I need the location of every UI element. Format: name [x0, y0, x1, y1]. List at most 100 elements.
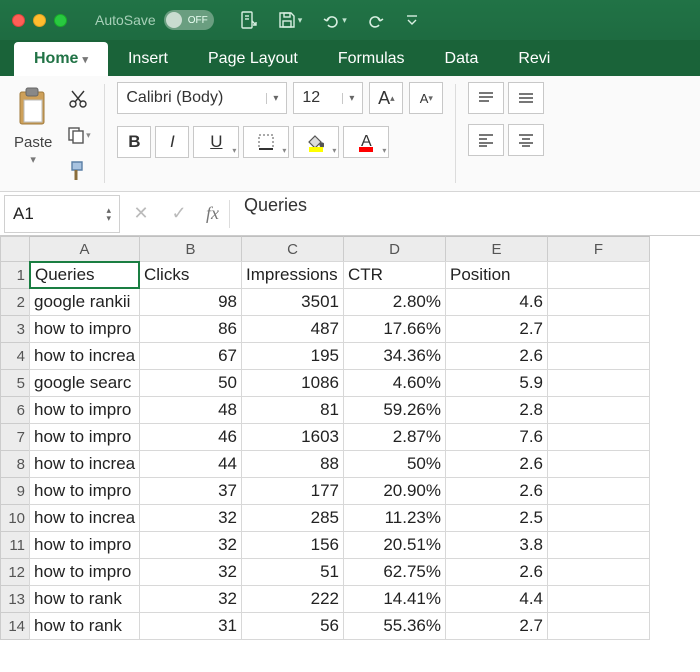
cell-F2[interactable]	[547, 288, 650, 316]
select-all-corner[interactable]	[0, 236, 30, 262]
cell-F5[interactable]	[547, 369, 650, 397]
font-name-combo[interactable]: Calibri (Body) ▾	[117, 82, 287, 114]
tab-review[interactable]: Revi	[498, 42, 570, 76]
cell-D10[interactable]: 11.23%	[343, 504, 446, 532]
row-header[interactable]: 8	[0, 450, 30, 478]
cell-E6[interactable]: 2.8	[445, 396, 548, 424]
cell-F4[interactable]	[547, 342, 650, 370]
cell-F1[interactable]	[547, 261, 650, 289]
cell-B1[interactable]: Clicks	[139, 261, 242, 289]
cell-C13[interactable]: 222	[241, 585, 344, 613]
cell-D8[interactable]: 50%	[343, 450, 446, 478]
cell-E13[interactable]: 4.4	[445, 585, 548, 613]
cell-B13[interactable]: 32	[139, 585, 242, 613]
tab-formulas[interactable]: Formulas	[318, 42, 425, 76]
row-header[interactable]: 13	[0, 585, 30, 613]
cell-B11[interactable]: 32	[139, 531, 242, 559]
cell-F9[interactable]	[547, 477, 650, 505]
cell-B12[interactable]: 32	[139, 558, 242, 586]
font-color-button[interactable]: A ▾	[343, 126, 389, 158]
fullscreen-window-icon[interactable]	[54, 14, 67, 27]
close-window-icon[interactable]	[12, 14, 25, 27]
cell-C10[interactable]: 285	[241, 504, 344, 532]
cell-A12[interactable]: how to impro	[29, 558, 140, 586]
cell-B2[interactable]: 98	[139, 288, 242, 316]
cell-C11[interactable]: 156	[241, 531, 344, 559]
cell-B4[interactable]: 67	[139, 342, 242, 370]
cell-D13[interactable]: 14.41%	[343, 585, 446, 613]
cell-A14[interactable]: how to rank	[29, 612, 140, 640]
cell-A5[interactable]: google searc	[29, 369, 140, 397]
cell-E8[interactable]: 2.6	[445, 450, 548, 478]
shrink-font-button[interactable]: A▾	[409, 82, 443, 114]
cell-F13[interactable]	[547, 585, 650, 613]
cell-C14[interactable]: 56	[241, 612, 344, 640]
align-center-button[interactable]	[508, 124, 544, 156]
cell-F12[interactable]	[547, 558, 650, 586]
cell-B14[interactable]: 31	[139, 612, 242, 640]
cell-D6[interactable]: 59.26%	[343, 396, 446, 424]
cell-C7[interactable]: 1603	[241, 423, 344, 451]
cell-B3[interactable]: 86	[139, 315, 242, 343]
autosave-switch[interactable]: OFF	[164, 10, 214, 30]
cell-D3[interactable]: 17.66%	[343, 315, 446, 343]
name-box[interactable]: A1 ▴▾	[4, 195, 120, 233]
row-header[interactable]: 14	[0, 612, 30, 640]
tab-page-layout[interactable]: Page Layout	[188, 42, 318, 76]
cell-E7[interactable]: 7.6	[445, 423, 548, 451]
row-header[interactable]: 10	[0, 504, 30, 532]
col-header-F[interactable]: F	[547, 236, 650, 262]
cell-C6[interactable]: 81	[241, 396, 344, 424]
col-header-A[interactable]: A	[29, 236, 140, 262]
format-painter-icon[interactable]	[64, 158, 92, 184]
cell-A6[interactable]: how to impro	[29, 396, 140, 424]
cell-D11[interactable]: 20.51%	[343, 531, 446, 559]
cell-F3[interactable]	[547, 315, 650, 343]
cell-F6[interactable]	[547, 396, 650, 424]
cell-A8[interactable]: how to increa	[29, 450, 140, 478]
cell-D5[interactable]: 4.60%	[343, 369, 446, 397]
cell-C9[interactable]: 177	[241, 477, 344, 505]
cell-D4[interactable]: 34.36%	[343, 342, 446, 370]
grow-font-button[interactable]: A▴	[369, 82, 403, 114]
cell-B5[interactable]: 50	[139, 369, 242, 397]
cell-B6[interactable]: 48	[139, 396, 242, 424]
row-header[interactable]: 4	[0, 342, 30, 370]
borders-button[interactable]: ▾	[243, 126, 289, 158]
fill-color-button[interactable]: ▾	[293, 126, 339, 158]
row-header[interactable]: 1	[0, 261, 30, 289]
cell-C1[interactable]: Impressions	[241, 261, 344, 289]
cell-A11[interactable]: how to impro	[29, 531, 140, 559]
align-left-button[interactable]	[468, 124, 504, 156]
col-header-E[interactable]: E	[445, 236, 548, 262]
cell-A7[interactable]: how to impro	[29, 423, 140, 451]
cell-A1[interactable]: Queries	[29, 261, 140, 289]
cell-F8[interactable]	[547, 450, 650, 478]
accept-formula-icon[interactable]: ✓	[162, 197, 196, 231]
cell-F7[interactable]	[547, 423, 650, 451]
cell-E10[interactable]: 2.5	[445, 504, 548, 532]
redo-icon[interactable]	[367, 11, 385, 29]
row-header[interactable]: 9	[0, 477, 30, 505]
cell-A3[interactable]: how to impro	[29, 315, 140, 343]
font-size-combo[interactable]: 12 ▾	[293, 82, 363, 114]
cell-E11[interactable]: 3.8	[445, 531, 548, 559]
undo-icon[interactable]: ▾	[322, 11, 347, 29]
bold-button[interactable]: B	[117, 126, 151, 158]
cell-E1[interactable]: Position	[445, 261, 548, 289]
underline-button[interactable]: U▾	[193, 126, 239, 158]
cell-E2[interactable]: 4.6	[445, 288, 548, 316]
cell-C2[interactable]: 3501	[241, 288, 344, 316]
cell-D1[interactable]: CTR	[343, 261, 446, 289]
autosave-toggle[interactable]: AutoSave OFF	[95, 10, 214, 30]
cell-E9[interactable]: 2.6	[445, 477, 548, 505]
cell-F10[interactable]	[547, 504, 650, 532]
formula-input[interactable]: Queries	[234, 195, 696, 233]
quick-access-dropdown-icon[interactable]	[405, 13, 419, 27]
cell-B8[interactable]: 44	[139, 450, 242, 478]
cell-A13[interactable]: how to rank	[29, 585, 140, 613]
row-header[interactable]: 11	[0, 531, 30, 559]
cut-icon[interactable]	[64, 86, 92, 112]
tab-insert[interactable]: Insert	[108, 42, 188, 76]
cell-E4[interactable]: 2.6	[445, 342, 548, 370]
